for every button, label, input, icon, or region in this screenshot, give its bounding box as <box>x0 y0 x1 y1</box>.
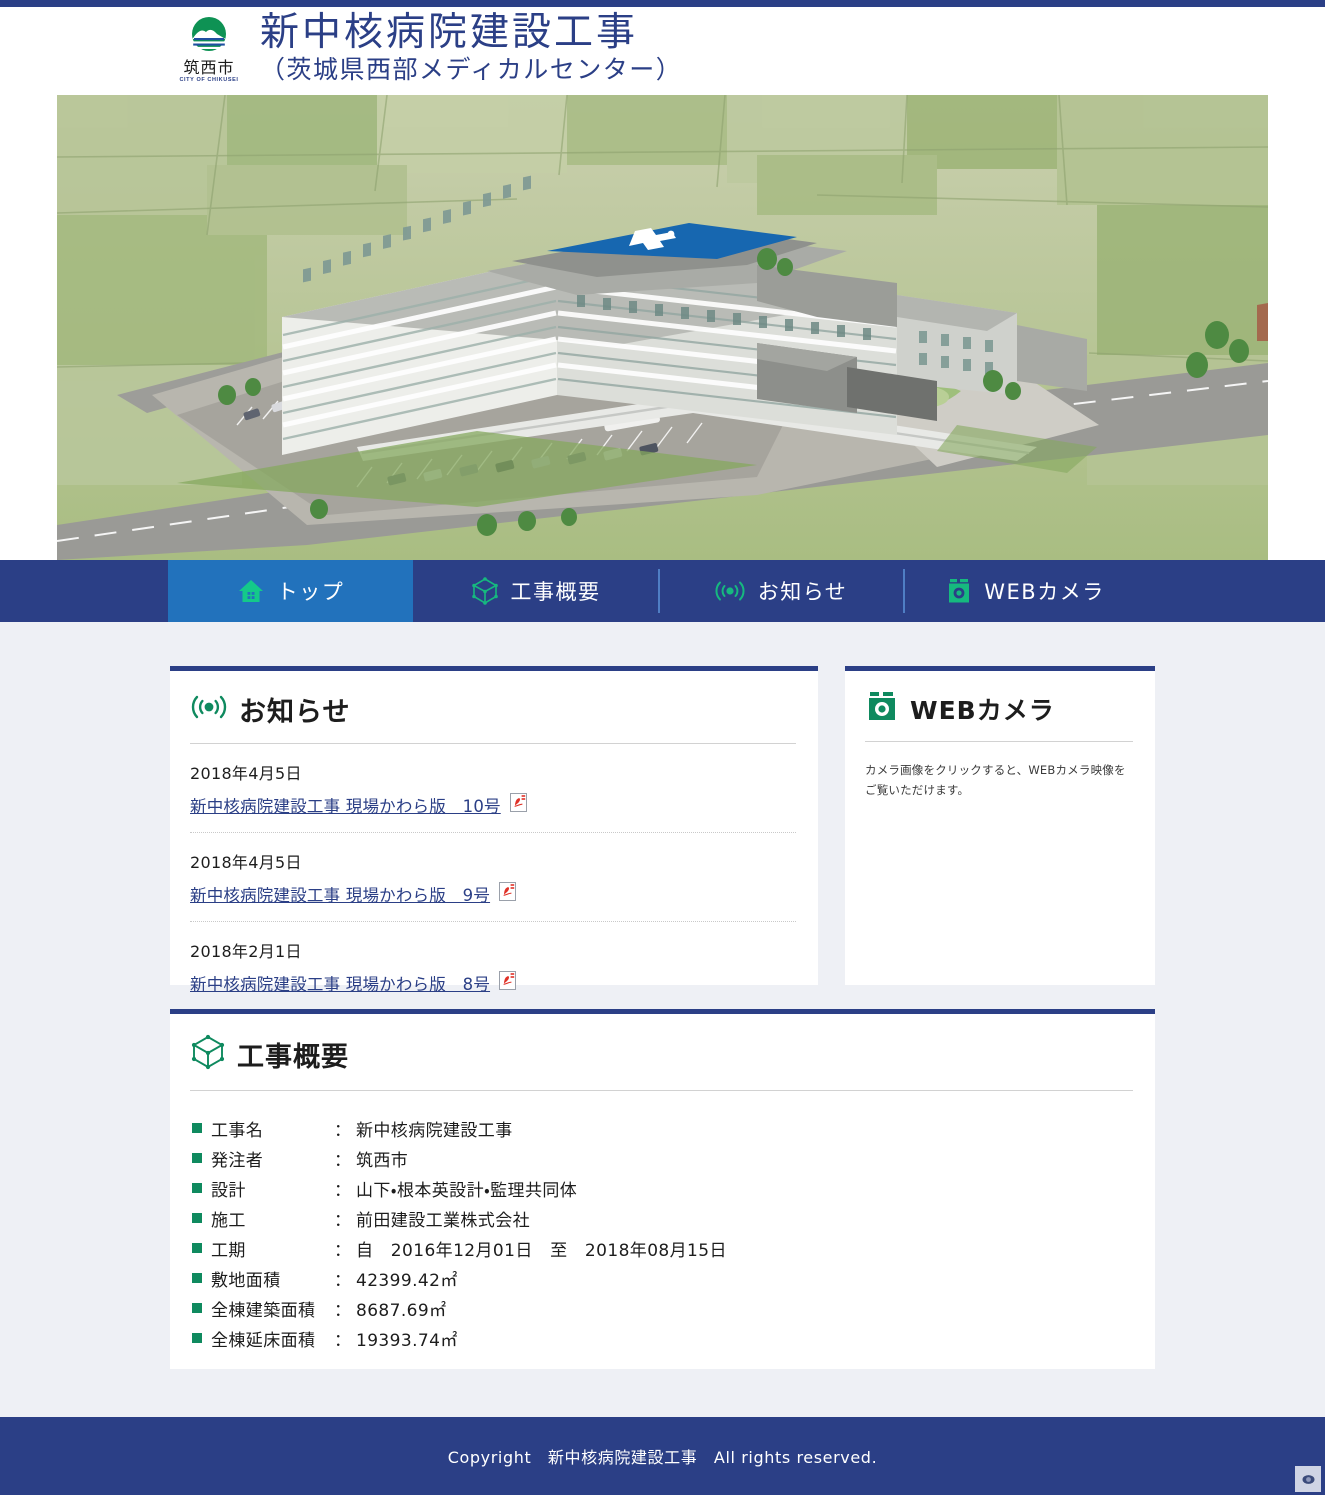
spec-value: 19393.74㎡ <box>356 1330 458 1351</box>
overview-panel-header: 工事概要 <box>170 1014 1155 1076</box>
spec-colon: ： <box>334 1330 352 1351</box>
spec-row: 全棟延床面積 ： 19393.74㎡ <box>192 1323 1155 1353</box>
bullet-icon <box>192 1303 202 1313</box>
spec-label: 発注者 <box>211 1150 264 1171</box>
nav-label-overview: 工事概要 <box>510 580 601 604</box>
top-accent-bar <box>0 0 1325 7</box>
spec-label: 設計 <box>211 1180 246 1201</box>
spec-row: 設計 ： 山下・根本英設計・監理共同体 <box>192 1173 1155 1203</box>
bullet-icon <box>192 1153 202 1163</box>
chikusei-city-emblem-icon <box>187 15 231 59</box>
camera-icon <box>946 577 972 605</box>
header-inner: 筑西市 CITY OF CHIKUSEI 新中核病院建設工事 （茨城県西部メディ… <box>168 11 682 85</box>
cube-icon <box>190 1033 226 1076</box>
bullet-icon <box>192 1213 202 1223</box>
pdf-icon[interactable] <box>509 793 527 817</box>
spec-value: 山下・根本英設計・監理共同体 <box>356 1180 578 1201</box>
news-link[interactable]: 新中核病院建設工事 現場かわら版 9号 <box>190 882 490 906</box>
news-date: 2018年4月5日 <box>190 853 302 872</box>
bullet-icon <box>192 1333 202 1343</box>
cube-icon <box>471 576 499 606</box>
nav-item-webcam[interactable]: WEBカメラ <box>903 560 1148 622</box>
site-logo[interactable]: 筑西市 CITY OF CHIKUSEI <box>168 11 250 84</box>
spec-colon: ： <box>334 1240 352 1261</box>
news-date: 2018年4月5日 <box>190 764 302 783</box>
nav-label-news: お知らせ <box>757 580 848 604</box>
broadcast-icon <box>714 578 746 604</box>
main-navigation[interactable]: トップ 工事概要 お知らせ WEBカメラ <box>0 560 1325 622</box>
news-list: 2018年4月5日 新中核病院建設工事 現場かわら版 10号 2018年4月5日 <box>170 744 818 1010</box>
news-link[interactable]: 新中核病院建設工事 現場かわら版 8号 <box>190 971 490 995</box>
nav-item-news[interactable]: お知らせ <box>658 560 903 622</box>
nav-label-webcam: WEBカメラ <box>984 580 1105 604</box>
webcam-panel-title: WEBカメラ <box>910 695 1055 725</box>
spec-colon: ： <box>334 1180 352 1201</box>
spec-label: 工期 <box>211 1240 246 1261</box>
spec-colon: ： <box>334 1120 352 1141</box>
news-panel-header: お知らせ <box>170 671 818 729</box>
header-title-block: 新中核病院建設工事 （茨城県西部メディカルセンター） <box>260 11 682 85</box>
news-link[interactable]: 新中核病院建設工事 現場かわら版 10号 <box>190 793 501 817</box>
hero-rendering-image <box>57 95 1268 560</box>
spec-colon: ： <box>334 1150 352 1171</box>
broadcast-icon <box>190 692 228 727</box>
spec-row: 工期 ： 自 2016年12月01日 至 2018年08月15日 <box>192 1233 1155 1263</box>
spec-colon: ： <box>334 1210 352 1231</box>
news-date: 2018年2月1日 <box>190 942 302 961</box>
news-list-item: 2018年4月5日 新中核病院建設工事 現場かわら版 10号 <box>190 744 796 832</box>
spec-value: 新中核病院建設工事 <box>356 1120 513 1141</box>
camera-icon <box>865 690 899 727</box>
news-link-row[interactable]: 新中核病院建設工事 現場かわら版 10号 <box>190 793 796 817</box>
spec-row: 施工 ： 前田建設工業株式会社 <box>192 1203 1155 1233</box>
bullet-icon <box>192 1243 202 1253</box>
nav-left-spacer <box>0 560 168 622</box>
spec-value: 前田建設工業株式会社 <box>356 1210 530 1231</box>
news-link-row[interactable]: 新中核病院建設工事 現場かわら版 8号 <box>190 971 796 995</box>
pdf-icon[interactable] <box>499 971 517 995</box>
news-panel-title: お知らせ <box>239 697 351 728</box>
nav-item-top[interactable]: トップ <box>168 560 413 622</box>
copyright-text: Copyright 新中核病院建設工事 All rights reserved. <box>447 1448 878 1467</box>
page-content: お知らせ 2018年4月5日 新中核病院建設工事 現場かわら版 10号 2018… <box>0 622 1325 1417</box>
spec-colon: ： <box>334 1300 352 1321</box>
page-subtitle: （茨城県西部メディカルセンター） <box>260 54 683 84</box>
webcam-panel: WEBカメラ カメラ画像をクリックすると、WEBカメラ映像をご覧いただけます。 <box>845 666 1155 985</box>
nav-label-top: トップ <box>276 580 345 604</box>
overview-spec-list: 工事名 ： 新中核病院建設工事 発注者 ： 筑西市 設計 ： 山下・根本英設計・… <box>170 1091 1155 1353</box>
page-title: 新中核病院建設工事 <box>260 10 639 55</box>
webcam-instruction-text: カメラ画像をクリックすると、WEBカメラ映像をご覧いただけます。 <box>865 763 1126 798</box>
bullet-icon <box>192 1183 202 1193</box>
spec-value: 自 2016年12月01日 至 2018年08月15日 <box>356 1240 727 1261</box>
spec-label: 全棟延床面積 <box>211 1330 316 1351</box>
bullet-icon <box>192 1273 202 1283</box>
logo-city-name-ja: 筑西市 <box>183 58 235 77</box>
news-panel: お知らせ 2018年4月5日 新中核病院建設工事 現場かわら版 10号 2018… <box>170 666 818 994</box>
spec-label: 全棟建築面積 <box>211 1300 316 1321</box>
nav-item-overview[interactable]: 工事概要 <box>413 560 658 622</box>
pdf-icon[interactable] <box>499 882 517 906</box>
spec-label: 工事名 <box>211 1120 264 1141</box>
site-footer: Copyright 新中核病院建設工事 All rights reserved. <box>0 1417 1325 1495</box>
spec-row: 発注者 ： 筑西市 <box>192 1143 1155 1173</box>
spec-row: 工事名 ： 新中核病院建設工事 <box>192 1113 1155 1143</box>
home-icon <box>237 577 265 605</box>
webcam-panel-header: WEBカメラ <box>845 671 1155 727</box>
page-widget-icon[interactable] <box>1295 1466 1321 1492</box>
news-list-item: 2018年2月1日 新中核病院建設工事 現場かわら版 8号 <box>190 921 796 1010</box>
spec-label: 施工 <box>211 1210 246 1231</box>
bullet-icon <box>192 1123 202 1133</box>
news-list-item: 2018年4月5日 新中核病院建設工事 現場かわら版 9号 <box>190 832 796 921</box>
spec-value: 筑西市 <box>356 1150 409 1171</box>
spec-colon: ： <box>334 1270 352 1291</box>
spec-row: 敷地面積 ： 42399.42㎡ <box>192 1263 1155 1293</box>
overview-panel: 工事概要 工事名 ： 新中核病院建設工事 発注者 ： 筑西市 設計 ： 山下・根… <box>170 1009 1155 1369</box>
news-link-row[interactable]: 新中核病院建設工事 現場かわら版 9号 <box>190 882 796 906</box>
spec-label: 敷地面積 <box>211 1270 281 1291</box>
spec-value: 42399.42㎡ <box>356 1270 458 1291</box>
site-header: 筑西市 CITY OF CHIKUSEI 新中核病院建設工事 （茨城県西部メディ… <box>0 7 1325 95</box>
spec-row: 全棟建築面積 ： 8687.69㎡ <box>192 1293 1155 1323</box>
logo-city-name-en: CITY OF CHIKUSEI <box>179 77 239 83</box>
overview-panel-title: 工事概要 <box>237 1042 349 1073</box>
spec-value: 8687.69㎡ <box>356 1300 447 1321</box>
